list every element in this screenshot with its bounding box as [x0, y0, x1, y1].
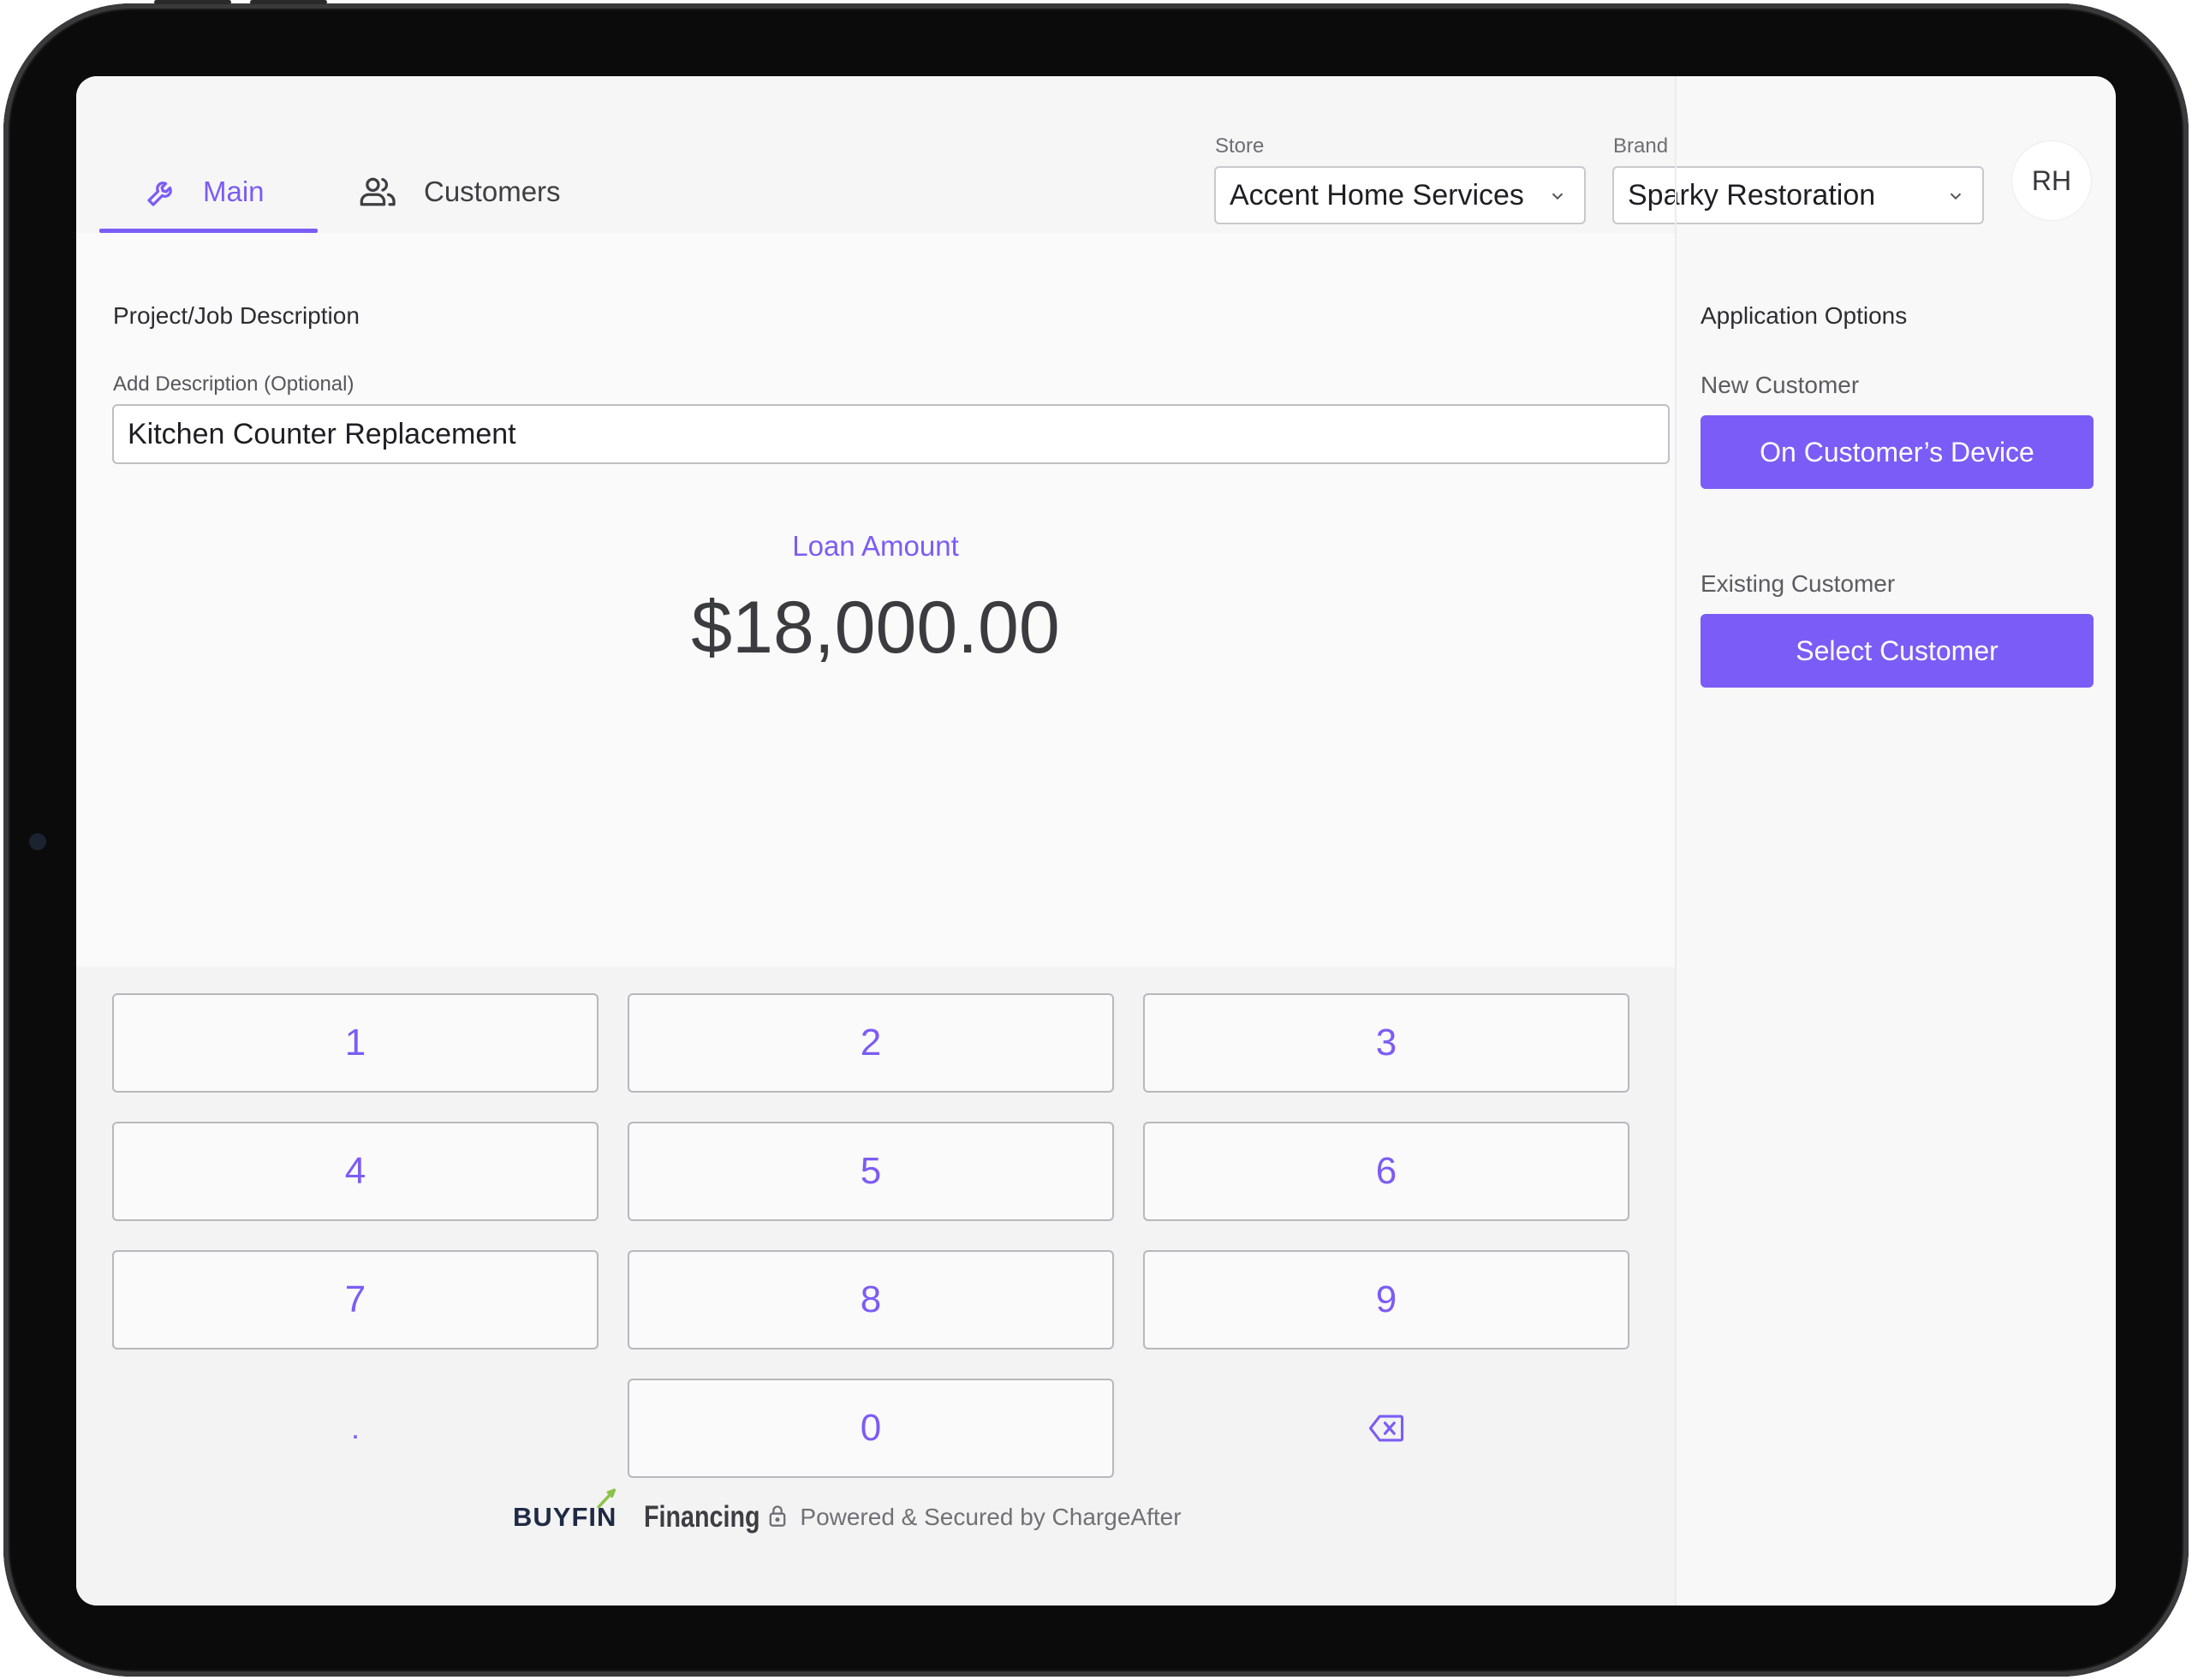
financing-text: Financing [644, 1500, 760, 1534]
tab-customers-label: Customers [424, 176, 561, 207]
chevron-down-icon [1552, 193, 1564, 200]
users-icon [359, 175, 398, 209]
device-button [250, 0, 327, 4]
key-3[interactable]: 3 [1143, 993, 1629, 1093]
tab-main-label: Main [203, 176, 265, 207]
new-customer-label: New Customer [1701, 372, 1860, 398]
on-customer-device-button[interactable]: On Customer’s Device [1701, 415, 2094, 489]
store-value: Accent Home Services [1230, 178, 1524, 211]
leaf-icon [597, 1488, 616, 1509]
section-title: Project/Job Description [113, 302, 360, 329]
user-avatar[interactable]: RH [2011, 140, 2092, 221]
device-camera [29, 833, 46, 850]
loan-amount-label: Loan Amount [792, 530, 959, 562]
brand-label: Brand [1613, 134, 1669, 158]
app-screen: Main Customers Store Accent Home Service… [76, 76, 2116, 1606]
footer-branding: BUYFIN Financing Powered & Secured by Ch… [513, 1488, 1182, 1539]
brand-select[interactable]: Sparky Restoration [1612, 166, 1984, 224]
key-2[interactable]: 2 [628, 993, 1114, 1093]
wrench-icon [145, 175, 179, 209]
chevron-down-icon [1950, 193, 1962, 200]
application-options-title: Application Options [1701, 302, 1908, 329]
tab-main[interactable]: Main [145, 175, 265, 209]
backspace-icon [1368, 1415, 1404, 1442]
buyfin-logo: BUYFIN [513, 1488, 616, 1533]
key-1[interactable]: 1 [112, 993, 599, 1093]
existing-customer-label: Existing Customer [1701, 570, 1896, 597]
key-5[interactable]: 5 [628, 1122, 1114, 1221]
top-header: Main Customers Store Accent Home Service… [76, 76, 1984, 233]
key-4[interactable]: 4 [112, 1122, 599, 1221]
description-label: Add Description (Optional) [113, 372, 354, 396]
key-8[interactable]: 8 [628, 1250, 1114, 1349]
store-label: Store [1215, 134, 1265, 158]
key-7[interactable]: 7 [112, 1250, 599, 1349]
key-decimal[interactable]: . [112, 1379, 599, 1478]
select-customer-button[interactable]: Select Customer [1701, 614, 2094, 688]
tab-customers[interactable]: Customers [359, 175, 561, 209]
key-0[interactable]: 0 [628, 1379, 1114, 1478]
brand-value: Sparky Restoration [1628, 178, 1876, 211]
loan-amount-value: $18,000.00 [691, 587, 1060, 669]
device-button [154, 0, 231, 4]
powered-by-text: Powered & Secured by ChargeAfter [800, 1504, 1182, 1530]
store-select[interactable]: Accent Home Services [1214, 166, 1586, 224]
backspace-button[interactable] [1143, 1379, 1629, 1478]
column-divider [1675, 76, 1677, 1606]
lock-icon [767, 1504, 788, 1532]
key-6[interactable]: 6 [1143, 1122, 1629, 1221]
key-9[interactable]: 9 [1143, 1250, 1629, 1349]
description-value: Kitchen Counter Replacement [128, 417, 516, 450]
description-input[interactable]: Kitchen Counter Replacement [112, 404, 1670, 464]
